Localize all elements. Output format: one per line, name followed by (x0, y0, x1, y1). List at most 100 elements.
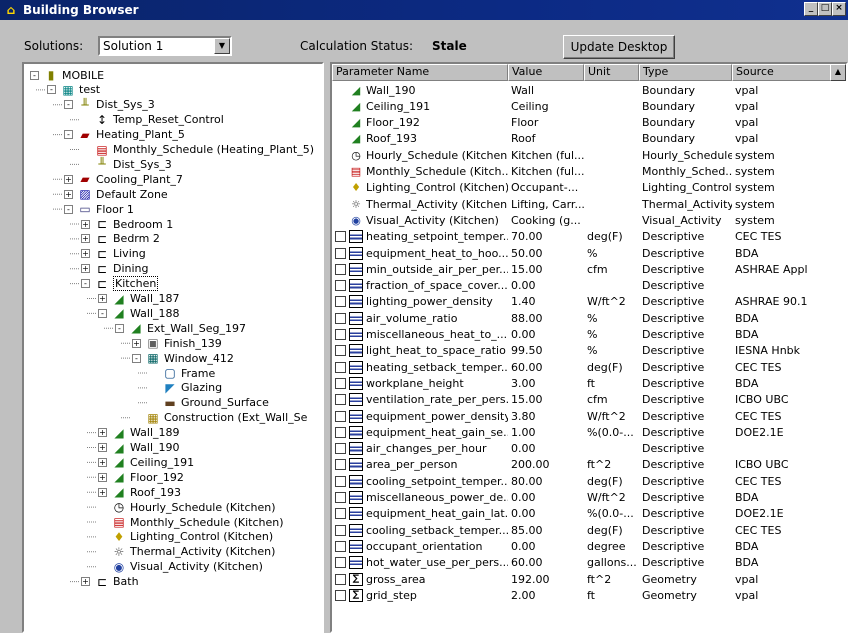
row-checkbox[interactable] (335, 377, 346, 389)
row-checkbox[interactable] (335, 296, 346, 308)
table-row[interactable]: workplane_height 3.00 ft Descriptive BDA (332, 375, 840, 391)
row-checkbox[interactable] (335, 345, 346, 357)
table-row[interactable]: hot_water_use_per_pers... 60.00 gallons...… (332, 555, 840, 571)
collapse-icon[interactable]: - (47, 85, 56, 95)
column-header-unit[interactable]: Unit (584, 64, 639, 81)
table-row[interactable]: cooling_setback_temper... 85.00 deg(F) Desc… (332, 522, 840, 538)
expand-icon[interactable]: + (81, 264, 90, 274)
table-row[interactable]: lighting_power_density 1.40 W/ft^2 Descript… (332, 294, 840, 310)
table-row[interactable]: ◷ Hourly_Schedule (Kitchen) Kitchen (ful..… (332, 147, 840, 163)
column-header-parameter-name[interactable]: Parameter Name (332, 64, 508, 81)
tree-item[interactable]: + ▨ Default Zone (64, 187, 168, 201)
row-checkbox[interactable] (335, 443, 346, 455)
row-checkbox[interactable] (335, 231, 346, 243)
tree-item[interactable]: + ◢ Roof_193 (98, 485, 181, 499)
tree-item[interactable]: - ╨ Dist_Sys_3 (64, 98, 155, 112)
tree-item[interactable]: + ⊏ Living (81, 247, 146, 261)
table-row[interactable]: ∑ grid_step 2.00 ft Geometry vpal (332, 587, 840, 603)
tree-item[interactable]: + ◢ Ceiling_191 (98, 455, 194, 469)
update-desktop-button[interactable]: Update Desktop (563, 35, 675, 59)
table-row[interactable]: ◢ Floor_192 Floor Boundary vpal (332, 115, 840, 131)
tree-item[interactable]: + ◢ Wall_189 (98, 426, 180, 440)
expand-icon[interactable]: + (81, 249, 90, 259)
table-row[interactable]: ◉ Visual_Activity (Kitchen) Cooking (g... V… (332, 212, 840, 228)
expand-icon[interactable]: + (98, 443, 107, 452)
row-checkbox[interactable] (335, 329, 346, 340)
row-checkbox[interactable] (335, 589, 346, 601)
collapse-icon[interactable]: - (115, 323, 124, 333)
collapse-icon[interactable]: - (30, 70, 39, 80)
expand-icon[interactable]: + (81, 234, 90, 244)
row-checkbox[interactable] (335, 557, 346, 569)
column-header-value[interactable]: Value (508, 64, 584, 81)
tree-item[interactable]: ♦ Lighting_Control (Kitchen) (98, 530, 274, 544)
tree-item[interactable]: ◤ Glazing (149, 381, 222, 395)
row-checkbox[interactable] (335, 508, 346, 520)
tree-item[interactable]: - ◢ Wall_188 (98, 306, 180, 320)
expand-icon[interactable]: + (98, 294, 107, 303)
collapse-icon[interactable]: - (64, 204, 73, 214)
table-row[interactable]: ventilation_rate_per_pers... 15.00 cfm Desc… (332, 392, 840, 408)
tree-item[interactable]: + ◢ Wall_187 (98, 292, 180, 306)
collapse-icon[interactable]: - (98, 308, 107, 318)
collapse-icon[interactable]: - (64, 130, 73, 140)
tree-item[interactable]: ╨ Dist_Sys_3 (81, 157, 171, 171)
expand-icon[interactable]: + (81, 577, 90, 587)
table-row[interactable]: ♦ Lighting_Control (Kitchen) Occupant-... L… (332, 180, 840, 196)
tree-item[interactable]: ▤ Monthly_Schedule (Kitchen) (98, 515, 283, 529)
row-checkbox[interactable] (335, 573, 346, 585)
row-checkbox[interactable] (335, 312, 346, 324)
table-row[interactable]: ☼ Thermal_Activity (Kitchen) Lifting, Carr… (332, 196, 840, 212)
tree-item[interactable]: - ▭ Floor 1 (64, 202, 134, 216)
tree-item[interactable]: + ▰ Cooling_Plant_7 (64, 172, 183, 186)
table-row[interactable]: air_changes_per_hour 0.00 Descriptive (332, 441, 840, 457)
solutions-dropdown[interactable]: Solution 1 ▼ (98, 36, 232, 56)
tree-item[interactable]: ▬ Ground_Surface (149, 396, 269, 410)
tree-item[interactable]: - ▦ test (47, 83, 100, 97)
tree-item[interactable]: - ▦ Window_412 (132, 351, 234, 365)
building-tree[interactable]: - ▮ MOBILE - ▦ test - ╨ Dist_Sys_3 ↕ Temp_Reset_Co… (22, 62, 324, 633)
table-row[interactable]: heating_setpoint_temper... 70.00 deg(F) Des… (332, 229, 840, 245)
table-row[interactable]: heating_setback_temper... 60.00 deg(F) Desc… (332, 359, 840, 375)
table-row[interactable]: equipment_heat_gain_lat... 0.00 %(0.0-... D… (332, 506, 840, 522)
expand-icon[interactable]: + (64, 189, 73, 199)
row-checkbox[interactable] (335, 426, 346, 438)
row-checkbox[interactable] (335, 394, 346, 406)
row-checkbox[interactable] (335, 475, 346, 487)
expand-icon[interactable]: + (98, 487, 107, 497)
tree-item[interactable]: ↕ Temp_Reset_Control (81, 113, 224, 127)
expand-icon[interactable]: + (98, 428, 107, 438)
tree-item[interactable]: - ⊏ Kitchen (81, 276, 159, 292)
table-row[interactable]: miscellaneous_heat_to_... 0.00% Descriptiv… (332, 327, 840, 343)
tree-item[interactable]: + ▣ Finish_139 (132, 336, 222, 350)
expand-icon[interactable]: + (98, 457, 107, 467)
table-row[interactable]: cooling_setpoint_temper... 80.00 deg(F) Des… (332, 473, 840, 489)
collapse-icon[interactable]: - (64, 100, 73, 110)
tree-item[interactable]: ◷ Hourly_Schedule (Kitchen) (98, 500, 276, 514)
tree-item[interactable]: ◉ Visual_Activity (Kitchen) (98, 560, 263, 574)
chevron-down-icon[interactable]: ▼ (214, 38, 230, 54)
tree-item[interactable]: ☼ Thermal_Activity (Kitchen) (98, 545, 276, 559)
tree-item[interactable]: - ◢ Ext_Wall_Seg_197 (115, 321, 246, 335)
collapse-icon[interactable]: - (132, 353, 141, 363)
tree-item[interactable]: + ◢ Floor_192 (98, 470, 184, 484)
row-checkbox[interactable] (335, 492, 346, 503)
row-checkbox[interactable] (335, 410, 346, 422)
table-row[interactable]: light_heat_to_space_ratio 99.50% Descripti… (332, 343, 840, 359)
collapse-icon[interactable]: - (81, 279, 90, 289)
tree-item[interactable]: - ▰ Heating_Plant_5 (64, 128, 185, 142)
tree-item[interactable]: + ⊏ Bath (81, 575, 139, 589)
table-row[interactable]: air_volume_ratio 88.00% Descriptive BDA (332, 310, 840, 326)
tree-item[interactable]: + ⊏ Dining (81, 262, 149, 276)
expand-icon[interactable]: + (132, 338, 141, 348)
parameter-grid[interactable]: Parameter Name Value Unit Type Source ▲ … (330, 62, 848, 633)
table-row[interactable]: miscellaneous_power_de... 0.00 W/ft^2 Descr… (332, 490, 840, 506)
maximize-button[interactable]: □ (818, 2, 832, 16)
table-row[interactable]: ∑ gross_area 192.00 ft^2 Geometry vpal (332, 571, 840, 587)
tree-item[interactable]: + ⊏ Bedrm 2 (81, 232, 160, 246)
scroll-up-button[interactable]: ▲ (830, 64, 846, 81)
tree-item[interactable]: ▦ Construction (Ext_Wall_Se (132, 411, 307, 425)
table-row[interactable]: area_per_person 200.00 ft^2 Descriptive ICBO… (332, 457, 840, 473)
row-checkbox[interactable] (335, 263, 346, 275)
table-row[interactable]: ▤ Monthly_Schedule (Kitch... Kitchen (ful.… (332, 164, 840, 180)
